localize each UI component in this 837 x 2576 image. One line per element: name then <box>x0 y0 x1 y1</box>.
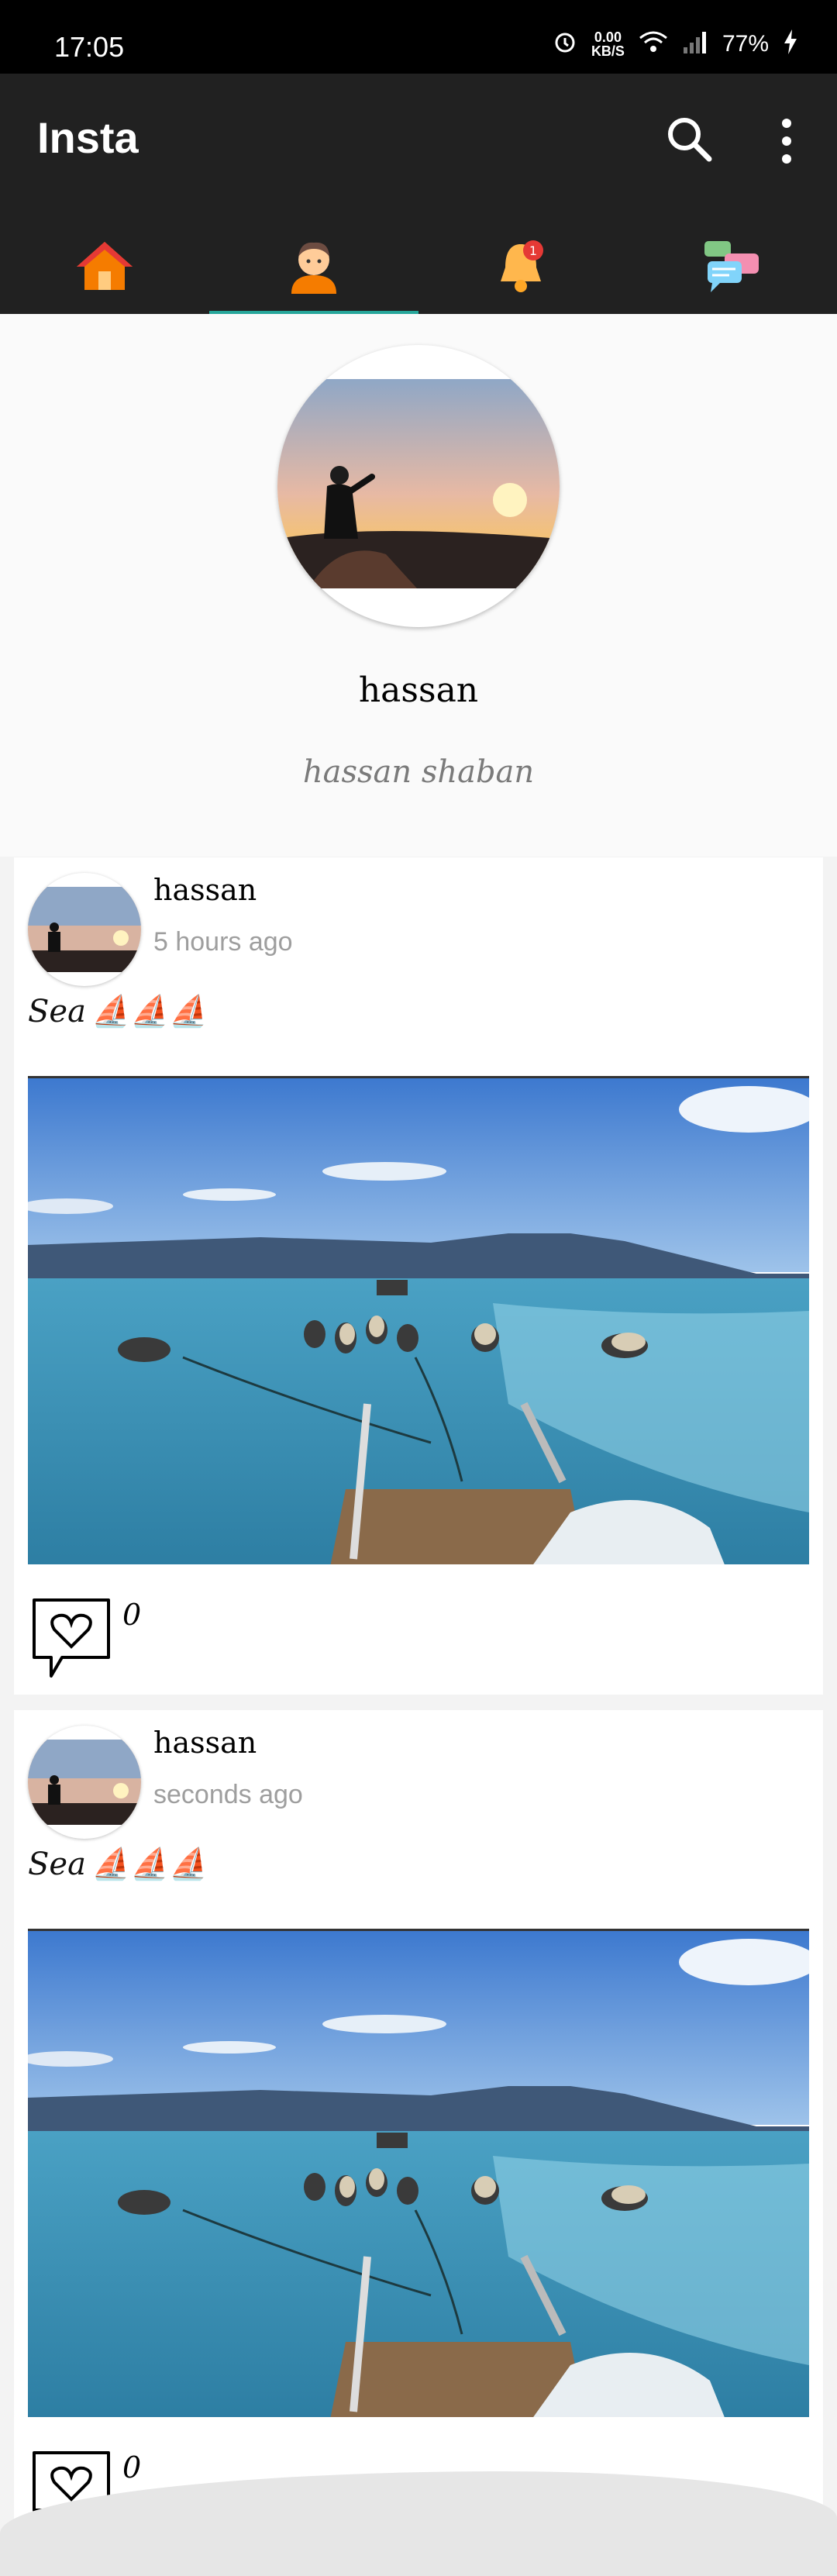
status-icons: 0.00 KB/S 77% <box>553 29 798 58</box>
like-count: 0 <box>122 2450 142 2485</box>
post-avatar[interactable] <box>28 1726 141 1839</box>
svg-text:1: 1 <box>529 243 537 258</box>
tab-bar: 1 <box>0 221 837 314</box>
post-avatar[interactable] <box>28 873 141 986</box>
tab-profile[interactable] <box>209 221 418 314</box>
post-caption: Sea ⛵⛵⛵ <box>28 993 208 1030</box>
post-image[interactable] <box>28 1929 809 2417</box>
post-timestamp: 5 hours ago <box>153 927 293 957</box>
post-card: hassan seconds ago Sea ⛵⛵⛵ 0 <box>14 1710 823 2576</box>
app-title: Insta <box>37 113 139 162</box>
status-bar: 17:05 0.00 KB/S 77% <box>0 0 837 74</box>
chat-icon <box>701 238 763 297</box>
post-username[interactable]: hassan <box>153 1726 257 1760</box>
like-count: 0 <box>122 1598 142 1632</box>
person-icon <box>287 238 341 297</box>
tab-notifications[interactable]: 1 <box>418 221 628 314</box>
tab-home[interactable] <box>0 221 209 314</box>
alarm-icon <box>553 29 577 58</box>
post-username[interactable]: hassan <box>153 873 257 907</box>
search-icon[interactable] <box>663 112 717 167</box>
like-button[interactable] <box>28 1595 115 1682</box>
post-image[interactable] <box>28 1076 809 1564</box>
sailboat-emoji: ⛵⛵⛵ <box>91 994 208 1029</box>
more-vert-icon[interactable] <box>771 114 802 168</box>
sailboat-emoji: ⛵⛵⛵ <box>91 1847 208 1882</box>
wifi-icon <box>639 30 668 57</box>
home-icon <box>75 240 134 295</box>
tab-messages[interactable] <box>628 221 837 314</box>
profile-full-name: hassan shaban <box>302 754 535 790</box>
profile-avatar[interactable] <box>277 345 560 627</box>
app-bar: Insta 1 <box>0 74 837 316</box>
profile-username: hassan <box>358 671 479 710</box>
battery-level: 77% <box>722 30 769 57</box>
signal-icon <box>682 30 708 57</box>
network-speed: 0.00 KB/S <box>591 29 625 59</box>
status-time: 17:05 <box>54 31 125 63</box>
profile-header: hassan hassan shaban <box>0 314 837 857</box>
post-caption: Sea ⛵⛵⛵ <box>28 1846 208 1883</box>
charging-icon <box>783 29 798 58</box>
post-card: hassan 5 hours ago Sea ⛵⛵⛵ 0 <box>14 857 823 1695</box>
bell-icon: 1 <box>496 238 550 297</box>
post-timestamp: seconds ago <box>153 1780 303 1809</box>
